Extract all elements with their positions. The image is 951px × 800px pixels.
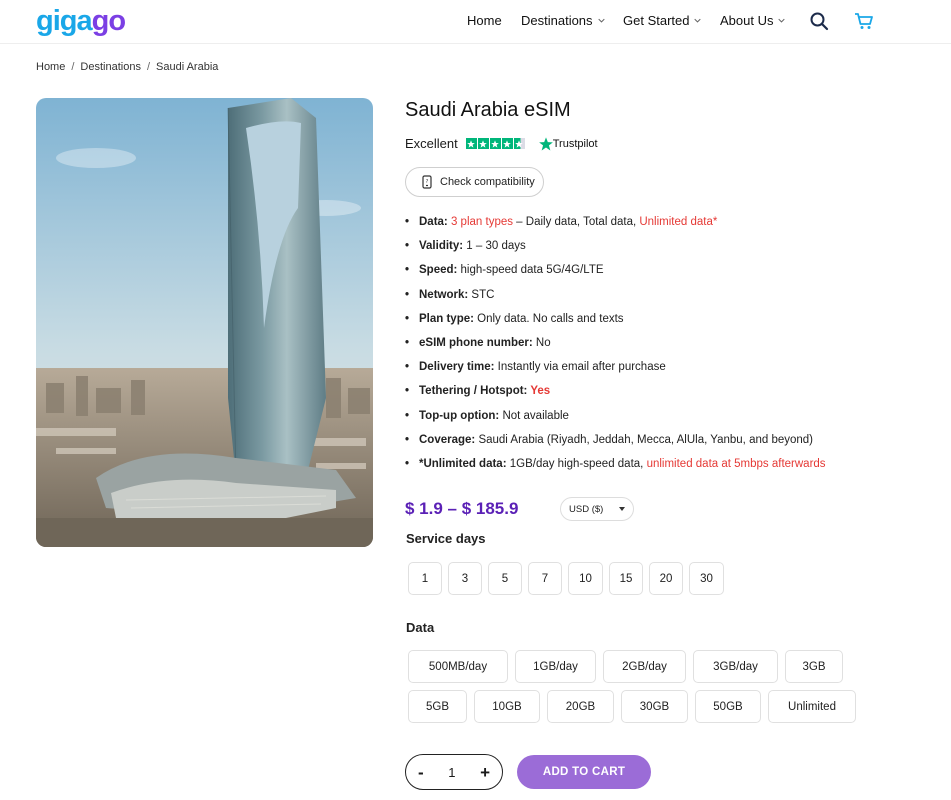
price-range: $ 1.9 – $ 185.9: [405, 499, 519, 518]
cart-icon[interactable]: [854, 11, 874, 31]
spec-unlimited-data: *Unlimited data: 1GB/day high-speed data…: [405, 454, 826, 478]
service-day-option[interactable]: 20: [649, 562, 683, 595]
site-header: gigago Home Destinations Get Started Abo…: [0, 0, 951, 44]
service-day-option[interactable]: 15: [609, 562, 643, 595]
data-option[interactable]: Unlimited: [768, 690, 856, 723]
data-option[interactable]: 1GB/day: [515, 650, 596, 683]
logo-text-giga: giga: [36, 5, 93, 37]
plan-types-link[interactable]: 3 plan types: [451, 216, 513, 228]
trustpilot-label: Trustpilot: [552, 137, 598, 150]
rating-row: Excellent Trustpilot: [405, 136, 598, 151]
data-option[interactable]: 20GB: [547, 690, 614, 723]
svg-text:?: ?: [426, 179, 429, 185]
quantity-increase-button[interactable]: +: [480, 764, 490, 781]
spec-data: Data: 3 plan types – Daily data, Total d…: [405, 212, 826, 236]
data-option[interactable]: 2GB/day: [603, 650, 686, 683]
star-icon: [477, 138, 489, 149]
product-image[interactable]: [36, 98, 373, 547]
nav-get-started-label: Get Started: [623, 13, 690, 28]
rating-label: Excellent: [405, 136, 458, 151]
star-icon: [489, 138, 501, 149]
chevron-down-icon: [694, 18, 702, 23]
chevron-down-icon: [597, 18, 605, 23]
service-day-option[interactable]: 30: [689, 562, 724, 595]
data-option[interactable]: 500MB/day: [408, 650, 508, 683]
star-icon: [465, 138, 477, 149]
data-option[interactable]: 3GB/day: [693, 650, 778, 683]
spec-validity: Validity: 1 – 30 days: [405, 236, 826, 260]
spec-coverage: Coverage: Saudi Arabia (Riyadh, Jeddah, …: [405, 430, 826, 454]
service-day-option[interactable]: 5: [488, 562, 522, 595]
spec-plan-type: Plan type: Only data. No calls and texts: [405, 309, 826, 333]
spec-speed: Speed: high-speed data 5G/4G/LTE: [405, 260, 826, 284]
service-day-option[interactable]: 7: [528, 562, 562, 595]
data-option[interactable]: 5GB: [408, 690, 467, 723]
breadcrumb-destinations[interactable]: Destinations: [80, 61, 141, 73]
check-compatibility-label: Check compatibility: [440, 176, 535, 188]
spec-network: Network: STC: [405, 285, 826, 309]
nav-about-us-label: About Us: [720, 13, 774, 28]
nav-destinations[interactable]: Destinations: [521, 13, 605, 28]
trustpilot-star-icon: [538, 136, 553, 150]
service-day-option[interactable]: 10: [568, 562, 603, 595]
spec-phone-number: eSIM phone number: No: [405, 333, 826, 357]
service-days-label: Service days: [406, 531, 486, 546]
check-compatibility-button[interactable]: ? Check compatibility: [405, 167, 544, 197]
quantity-decrease-button[interactable]: -: [418, 764, 424, 781]
gigago-logo[interactable]: gigago: [36, 5, 126, 38]
spec-delivery-time: Delivery time: Instantly via email after…: [405, 357, 826, 381]
breadcrumb-separator: /: [71, 61, 75, 73]
caret-down-icon: [619, 507, 625, 511]
data-label: Data: [406, 620, 435, 635]
breadcrumb-current: Saudi Arabia: [156, 61, 219, 73]
quantity-stepper: - 1 +: [405, 754, 503, 790]
data-option[interactable]: 30GB: [621, 690, 688, 723]
star-icon: [501, 138, 513, 149]
breadcrumb-separator: /: [146, 61, 151, 73]
unlimited-data-link[interactable]: Unlimited data*: [639, 216, 717, 228]
product-title: Saudi Arabia eSIM: [405, 99, 571, 121]
nav-destinations-label: Destinations: [521, 13, 593, 28]
data-option[interactable]: 3GB: [785, 650, 843, 683]
spec-topup: Top-up option: Not available: [405, 406, 826, 430]
data-option[interactable]: 10GB: [474, 690, 540, 723]
logo-text-go: go: [91, 5, 126, 37]
nav-home-label: Home: [467, 13, 502, 28]
trustpilot-stars: [465, 138, 525, 149]
currency-select[interactable]: USD ($): [560, 497, 634, 521]
spec-tethering: Tethering / Hotspot: Yes: [405, 381, 826, 405]
product-specs-list: Data: 3 plan types – Daily data, Total d…: [405, 212, 826, 478]
phone-icon: ?: [422, 175, 432, 189]
data-option[interactable]: 50GB: [695, 690, 761, 723]
breadcrumb: Home / Destinations / Saudi Arabia: [36, 61, 218, 73]
currency-value: USD ($): [569, 503, 604, 515]
nav-get-started[interactable]: Get Started: [623, 13, 702, 28]
kingdom-centre-tower-image: [36, 98, 373, 547]
star-half-icon: [513, 138, 525, 149]
search-icon[interactable]: [809, 11, 829, 31]
nav-home[interactable]: Home: [467, 13, 502, 28]
add-to-cart-button[interactable]: ADD TO CART: [517, 755, 651, 789]
nav-about-us[interactable]: About Us: [720, 13, 786, 28]
trustpilot-brand[interactable]: Trustpilot: [538, 136, 598, 151]
service-day-option[interactable]: 3: [448, 562, 482, 595]
chevron-down-icon: [778, 18, 786, 23]
quantity-value[interactable]: 1: [448, 765, 455, 780]
breadcrumb-home[interactable]: Home: [36, 61, 65, 73]
service-day-option[interactable]: 1: [408, 562, 442, 595]
